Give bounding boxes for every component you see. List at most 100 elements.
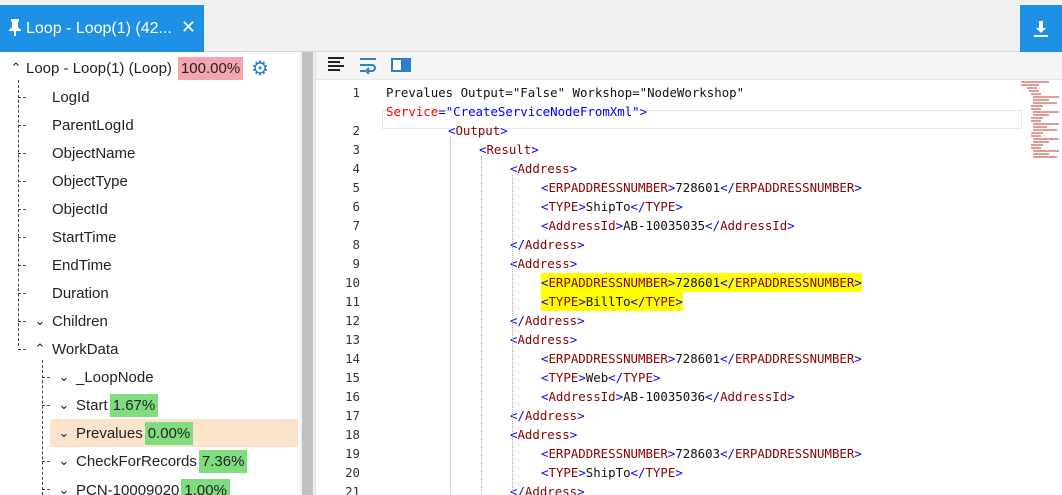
tree-item-pcn[interactable]: ⌄ PCN-10009020 1.00% — [56, 476, 230, 495]
pin-icon[interactable] — [8, 18, 22, 40]
code-line[interactable]: 7 <AddressId>AB-10035035</AddressId> — [316, 216, 1016, 235]
code-line[interactable]: 18 <Address> — [316, 425, 1016, 444]
code-text: <TYPE>BillTo</TYPE> — [541, 292, 683, 311]
tree-item-prevalues[interactable]: ⌄ Prevalues 0.00% — [50, 419, 298, 447]
tree-item-label: Children — [52, 312, 108, 330]
code-editor[interactable]: 1 Prevalues Output="False" Workshop="Node… — [316, 80, 1022, 495]
word-wrap-icon[interactable] — [358, 56, 382, 76]
chevron-down-icon[interactable]: ⌄ — [56, 369, 72, 385]
download-button[interactable] — [1020, 5, 1062, 52]
line-number: 6 — [352, 199, 360, 214]
code-line[interactable]: 10 <ERPADDRESSNUMBER>728601</ERPADDRESSNU… — [316, 273, 1016, 292]
tree-root-label: Loop - Loop(1) (Loop) — [26, 59, 172, 77]
tab-loop[interactable]: Loop - Loop(1) (42... ✕ — [0, 5, 204, 52]
tree-item-checkforrecords[interactable]: ⌄ CheckForRecords 7.36% — [56, 447, 248, 475]
chevron-up-icon[interactable]: ⌃ — [32, 341, 48, 357]
tree-item-objectname[interactable]: ObjectName — [52, 139, 135, 167]
code-minimap[interactable] — [1019, 80, 1062, 190]
tree-item-objecttype[interactable]: ObjectType — [52, 167, 128, 195]
code-line[interactable]: 19 <ERPADDRESSNUMBER>728603</ERPADDRESSNU… — [316, 444, 1016, 463]
tree-item-label: EndTime — [52, 256, 112, 274]
line-number: 5 — [352, 180, 360, 195]
chevron-up-icon[interactable]: ⌃ — [8, 60, 24, 76]
tree-item-label: Start — [76, 396, 108, 414]
download-icon — [1034, 20, 1048, 37]
code-line[interactable]: 5 <ERPADDRESSNUMBER>728601</ERPADDRESSNUM… — [316, 178, 1016, 197]
tree-branch — [18, 125, 26, 126]
line-number: 15 — [345, 370, 360, 385]
indent-guide — [481, 156, 482, 495]
code-line[interactable]: 17 </Address> — [316, 406, 1016, 425]
line-number: 19 — [345, 446, 360, 461]
chevron-down-icon[interactable]: ⌄ — [56, 397, 72, 413]
code-line[interactable]: 16 <AddressId>AB-10035036</AddressId> — [316, 387, 1016, 406]
code-line[interactable]: 11 <TYPE>BillTo</TYPE> — [316, 292, 1016, 311]
code-text: <Output> — [448, 123, 508, 138]
code-line[interactable]: 14 <ERPADDRESSNUMBER>728601</ERPADDRESSNU… — [316, 349, 1016, 368]
tree-item-workdata[interactable]: ⌃ WorkData — [32, 335, 119, 363]
tree-item-label: Duration — [52, 284, 109, 302]
code-text: <ERPADDRESSNUMBER>728601</ERPADDRESSNUMB… — [541, 351, 862, 366]
tree-item-starttime[interactable]: StartTime — [52, 223, 116, 251]
line-number: 1 — [352, 85, 360, 100]
code-line[interactable]: 1 Prevalues Output="False" Workshop="Node… — [316, 83, 1016, 102]
tree-branch — [18, 237, 26, 238]
code-text: <TYPE>ShipTo</TYPE> — [541, 199, 683, 214]
tree-item-parentlogid[interactable]: ParentLogId — [52, 111, 134, 139]
code-text: </Address> — [510, 237, 585, 252]
chevron-down-icon[interactable]: ⌄ — [32, 313, 48, 329]
chevron-down-icon[interactable]: ⌄ — [56, 482, 72, 495]
code-text: <AddressId>AB-10035036</AddressId> — [541, 389, 795, 404]
tree-item-objectid[interactable]: ObjectId — [52, 195, 108, 223]
chevron-down-icon[interactable]: ⌄ — [56, 453, 72, 469]
tree-item-duration[interactable]: Duration — [52, 279, 109, 307]
line-number: 21 — [345, 484, 360, 495]
code-line[interactable]: 2 <Output> — [316, 121, 1016, 140]
tab-title: Loop - Loop(1) (42... — [26, 19, 172, 37]
percent-badge: 1.67% — [109, 393, 159, 417]
code-text: <TYPE>Web</TYPE> — [541, 370, 661, 385]
close-icon[interactable]: ✕ — [181, 17, 196, 37]
code-line[interactable]: 3 <Result> — [316, 140, 1016, 159]
gear-icon[interactable]: ⚙ — [251, 56, 269, 81]
line-number: 10 — [345, 275, 360, 290]
tree-item-start[interactable]: ⌄ Start 1.67% — [56, 391, 159, 419]
line-number: 4 — [352, 161, 360, 176]
code-text: <ERPADDRESSNUMBER>728603</ERPADDRESSNUMB… — [541, 446, 862, 461]
line-number: 9 — [352, 256, 360, 271]
code-text: </Address> — [510, 484, 585, 495]
code-line[interactable]: 21 </Address> — [316, 482, 1016, 495]
tree-branch — [18, 265, 26, 266]
tree-scrollbar[interactable] — [300, 52, 315, 495]
tree-panel: ⌃ Loop - Loop(1) (Loop) 100.00% ⚙ LogId … — [0, 52, 315, 495]
chevron-down-icon[interactable]: ⌄ — [56, 425, 72, 441]
code-line[interactable]: 8 </Address> — [316, 235, 1016, 254]
code-line[interactable]: 20 <TYPE>ShipTo</TYPE> — [316, 463, 1016, 482]
tree-item-logid[interactable]: LogId — [52, 83, 90, 111]
minimap-icon[interactable] — [390, 56, 414, 76]
line-number: 3 — [352, 142, 360, 157]
code-text: Prevalues Output="False" Workshop="NodeW… — [386, 85, 745, 100]
code-text: </Address> — [510, 408, 585, 423]
code-line[interactable]: 6 <TYPE>ShipTo</TYPE> — [316, 197, 1016, 216]
code-text: <Result> — [479, 142, 539, 157]
code-line[interactable]: Service="CreateServiceNodeFromXml"> — [316, 102, 1016, 121]
code-line[interactable]: 4 <Address> — [316, 159, 1016, 178]
tree-item-children[interactable]: ⌄ Children — [32, 307, 108, 335]
code-line[interactable]: 13 <Address> — [316, 330, 1016, 349]
code-line[interactable]: 12 </Address> — [316, 311, 1016, 330]
code-line[interactable]: 15 <TYPE>Web</TYPE> — [316, 368, 1016, 387]
tree-root[interactable]: ⌃ Loop - Loop(1) (Loop) 100.00% ⚙ — [8, 54, 269, 82]
scrollbar-thumb[interactable] — [302, 52, 313, 495]
tree-guide — [42, 360, 43, 495]
line-number: 20 — [345, 465, 360, 480]
code-line[interactable]: 9 <Address> — [316, 254, 1016, 273]
code-text: <Address> — [510, 256, 578, 271]
format-icon[interactable] — [326, 56, 350, 76]
code-toolbar — [316, 52, 1062, 80]
line-number: 11 — [345, 294, 360, 309]
tree-item-endtime[interactable]: EndTime — [52, 251, 111, 279]
tree-item-loopnode[interactable]: ⌄ _LoopNode — [56, 363, 154, 391]
code-text: <TYPE>ShipTo</TYPE> — [541, 465, 683, 480]
line-number: 14 — [345, 351, 360, 366]
